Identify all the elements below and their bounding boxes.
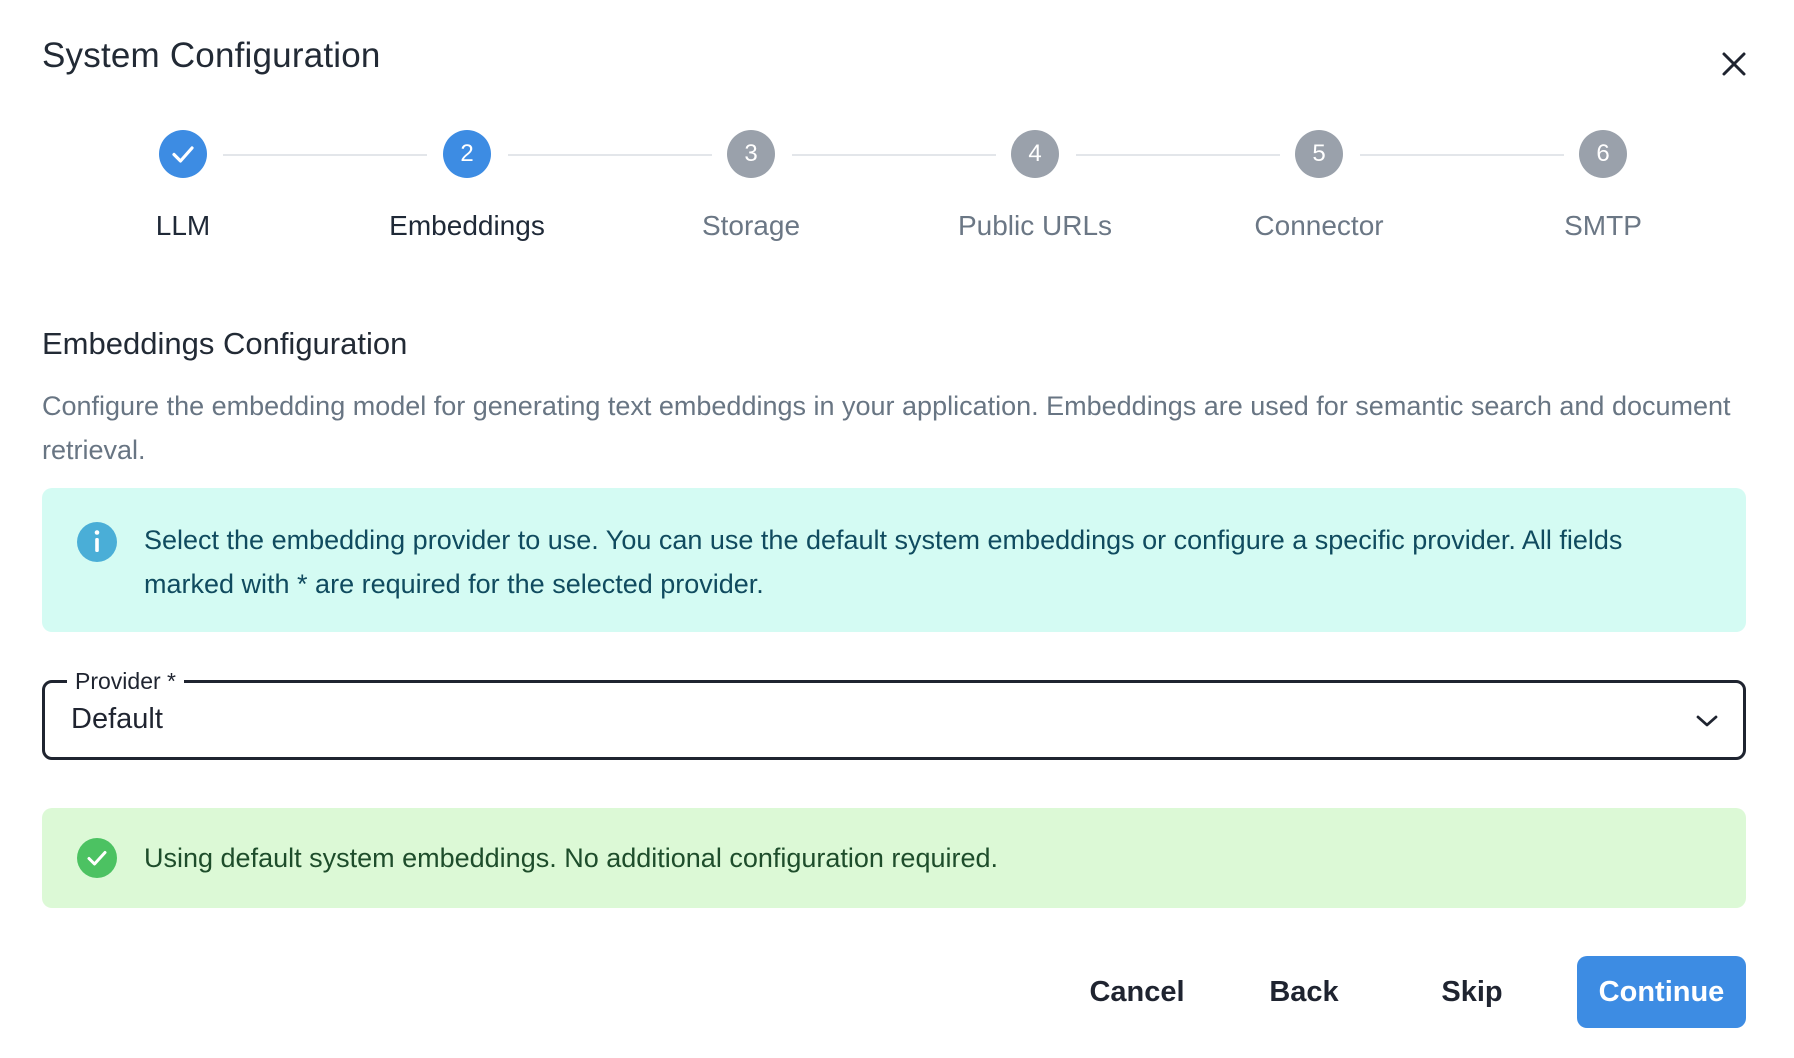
info-alert: Select the embedding provider to use. Yo… bbox=[42, 488, 1746, 632]
step-llm: LLM bbox=[53, 130, 313, 242]
stepper: LLM 2 Embeddings 3 Storage 4 Public URLs… bbox=[0, 130, 1794, 270]
step-smtp: 6 SMTP bbox=[1473, 130, 1733, 242]
success-alert-text: Using default system embeddings. No addi… bbox=[144, 843, 998, 873]
close-icon bbox=[1722, 52, 1746, 76]
continue-button[interactable]: Continue bbox=[1577, 956, 1746, 1028]
section-description: Configure the embedding model for genera… bbox=[42, 391, 1731, 465]
step-3-circle: 3 bbox=[727, 130, 775, 178]
provider-select-value: Default bbox=[71, 703, 163, 735]
step-5-circle: 5 bbox=[1295, 130, 1343, 178]
provider-select-label: Provider * bbox=[67, 667, 184, 695]
info-alert-text: Select the embedding provider to use. Yo… bbox=[144, 525, 1623, 599]
step-2-circle: 2 bbox=[443, 130, 491, 178]
info-icon bbox=[77, 522, 117, 562]
step-connector-step: 5 Connector bbox=[1189, 130, 1449, 242]
back-button[interactable]: Back bbox=[1254, 956, 1354, 1028]
skip-button[interactable]: Skip bbox=[1424, 956, 1520, 1028]
step-public-urls: 4 Public URLs bbox=[905, 130, 1165, 242]
provider-select[interactable]: Provider * Default bbox=[42, 667, 1746, 760]
chevron-down-icon bbox=[1696, 715, 1718, 727]
step-4-circle: 4 bbox=[1011, 130, 1059, 178]
step-storage: 3 Storage bbox=[621, 130, 881, 242]
success-alert: Using default system embeddings. No addi… bbox=[42, 808, 1746, 908]
step-embeddings: 2 Embeddings bbox=[337, 130, 597, 242]
system-configuration-dialog: System Configuration LLM 2 Embeddings 3 … bbox=[0, 0, 1794, 1058]
step-6-circle: 6 bbox=[1579, 130, 1627, 178]
close-button[interactable] bbox=[1714, 44, 1754, 84]
step-4-label: Public URLs bbox=[957, 210, 1113, 241]
check-icon bbox=[172, 146, 194, 163]
cancel-button[interactable]: Cancel bbox=[1072, 956, 1202, 1028]
step-6-label: SMTP bbox=[1564, 210, 1642, 241]
dialog-title: System Configuration bbox=[42, 36, 381, 75]
step-2-label: Embeddings bbox=[389, 210, 545, 241]
step-3-label: Storage bbox=[701, 210, 801, 241]
check-circle-icon bbox=[77, 838, 117, 878]
step-1-label: LLM bbox=[155, 210, 211, 241]
section-title: Embeddings Configuration bbox=[42, 326, 408, 361]
step-1-circle bbox=[159, 130, 207, 178]
step-5-label: Connector bbox=[1254, 210, 1384, 241]
